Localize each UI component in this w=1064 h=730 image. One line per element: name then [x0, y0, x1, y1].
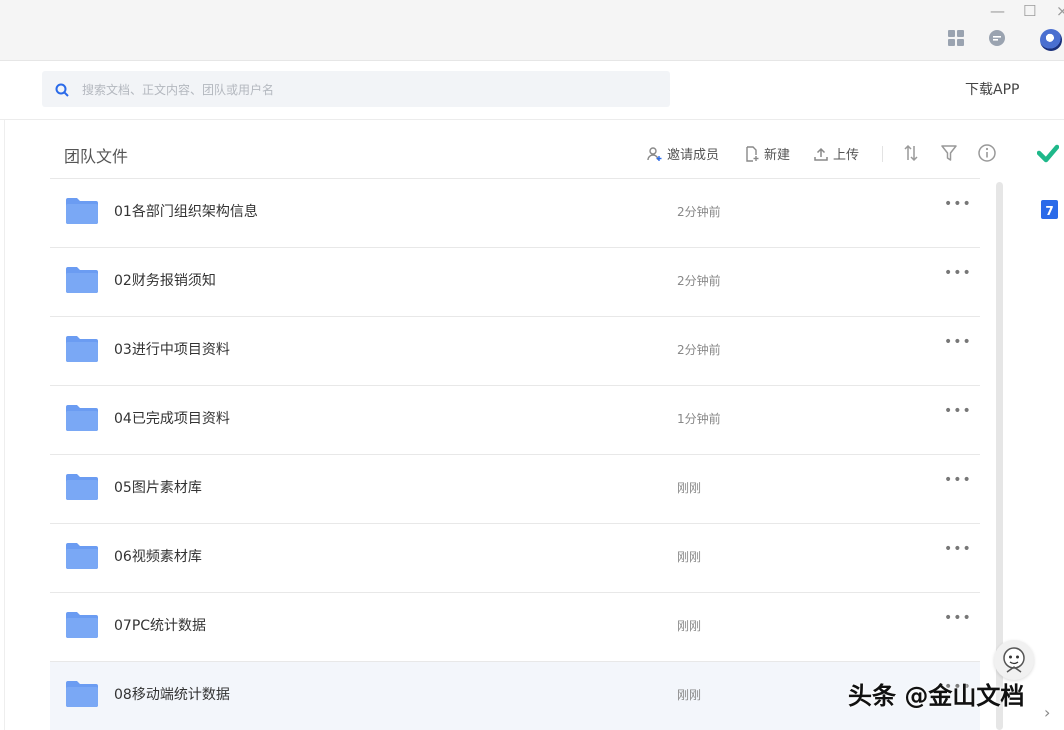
panel-title: 团队文件: [64, 143, 128, 167]
file-modified-time: 2分钟前: [677, 341, 721, 358]
file-row[interactable]: 06视频素材库 刚刚 •••: [50, 523, 980, 592]
file-list: 01各部门组织架构信息2分钟前•••02财务报销须知2分钟前•••03进行中项目…: [50, 178, 980, 730]
file-modified-time: 刚刚: [677, 617, 701, 634]
search-row: 下载APP: [0, 61, 1064, 120]
sort-icon[interactable]: [903, 144, 919, 166]
avatar[interactable]: [1040, 29, 1062, 51]
new-file-icon: [744, 146, 760, 162]
upload-label: 上传: [833, 144, 859, 163]
file-row[interactable]: 03进行中项目资料 2分钟前 •••: [50, 316, 980, 385]
upload-button[interactable]: 上传: [813, 144, 859, 163]
file-name[interactable]: 01各部门组织架构信息: [114, 201, 258, 221]
file-name[interactable]: 07PC统计数据: [114, 615, 206, 635]
search-box[interactable]: [42, 71, 670, 107]
apps-grid-icon[interactable]: [947, 29, 965, 51]
minimize-button[interactable]: —: [990, 2, 1005, 20]
more-options-icon[interactable]: •••: [944, 472, 972, 488]
maximize-button[interactable]: ☐: [1023, 2, 1036, 20]
more-options-icon[interactable]: •••: [944, 265, 972, 281]
filter-icon[interactable]: [941, 144, 957, 166]
file-modified-time: 2分钟前: [677, 203, 721, 220]
file-name[interactable]: 08移动端统计数据: [114, 684, 230, 704]
file-name[interactable]: 05图片素材库: [114, 477, 202, 497]
close-button[interactable]: ×: [1056, 2, 1064, 20]
file-name[interactable]: 04已完成项目资料: [114, 408, 230, 428]
new-button[interactable]: 新建: [744, 144, 790, 163]
file-modified-time: 刚刚: [677, 548, 701, 565]
file-name[interactable]: 06视频素材库: [114, 546, 202, 566]
team-files-panel: 团队文件 邀请成员 新建 上传: [4, 120, 1022, 730]
folder-icon: [66, 266, 98, 293]
right-rail: 7: [1021, 120, 1064, 730]
more-options-icon[interactable]: •••: [944, 403, 972, 419]
folder-icon: [66, 680, 98, 707]
file-row[interactable]: 01各部门组织架构信息 2分钟前 •••: [50, 178, 980, 247]
file-name[interactable]: 02财务报销须知: [114, 270, 216, 290]
folder-icon: [66, 335, 98, 362]
more-options-icon[interactable]: •••: [944, 610, 972, 626]
file-modified-time: 1分钟前: [677, 410, 721, 427]
info-icon[interactable]: [978, 144, 996, 166]
file-row[interactable]: 08移动端统计数据刚刚•••: [50, 661, 980, 730]
upload-icon: [813, 146, 829, 162]
download-app-link[interactable]: 下载APP: [965, 79, 1019, 99]
file-row[interactable]: 05图片素材库 刚刚 •••: [50, 454, 980, 523]
toolbar-divider: [882, 146, 883, 162]
invite-label: 邀请成员: [667, 144, 719, 163]
more-options-icon[interactable]: •••: [944, 541, 972, 557]
invite-members-button[interactable]: 邀请成员: [647, 144, 719, 163]
file-row[interactable]: 02财务报销须知 2分钟前 •••: [50, 247, 980, 316]
calendar-icon[interactable]: 7: [1041, 200, 1058, 219]
invite-user-icon: [647, 146, 663, 162]
search-icon: [55, 82, 69, 101]
file-row[interactable]: 07PC统计数据 刚刚 •••: [50, 592, 980, 661]
more-options-icon[interactable]: •••: [944, 334, 972, 350]
file-modified-time: 刚刚: [677, 479, 701, 496]
assistant-bot-icon[interactable]: [994, 640, 1034, 680]
folder-icon: [66, 197, 98, 224]
folder-icon: [66, 473, 98, 500]
new-label: 新建: [764, 144, 790, 163]
folder-icon: [66, 542, 98, 569]
title-bar: — ☐ ×: [0, 0, 1064, 61]
folder-icon: [66, 404, 98, 431]
watermark: 头条 @金山文档: [848, 676, 1024, 711]
file-name[interactable]: 03进行中项目资料: [114, 339, 230, 359]
file-modified-time: 2分钟前: [677, 272, 721, 289]
check-icon[interactable]: [1037, 144, 1059, 168]
folder-icon: [66, 611, 98, 638]
more-options-icon[interactable]: •••: [944, 196, 972, 212]
file-row[interactable]: 04已完成项目资料 1分钟前 •••: [50, 385, 980, 454]
file-modified-time: 刚刚: [677, 686, 701, 703]
search-input[interactable]: [80, 71, 664, 109]
message-icon[interactable]: [988, 29, 1006, 51]
chevron-right-icon[interactable]: ›: [1044, 703, 1050, 722]
